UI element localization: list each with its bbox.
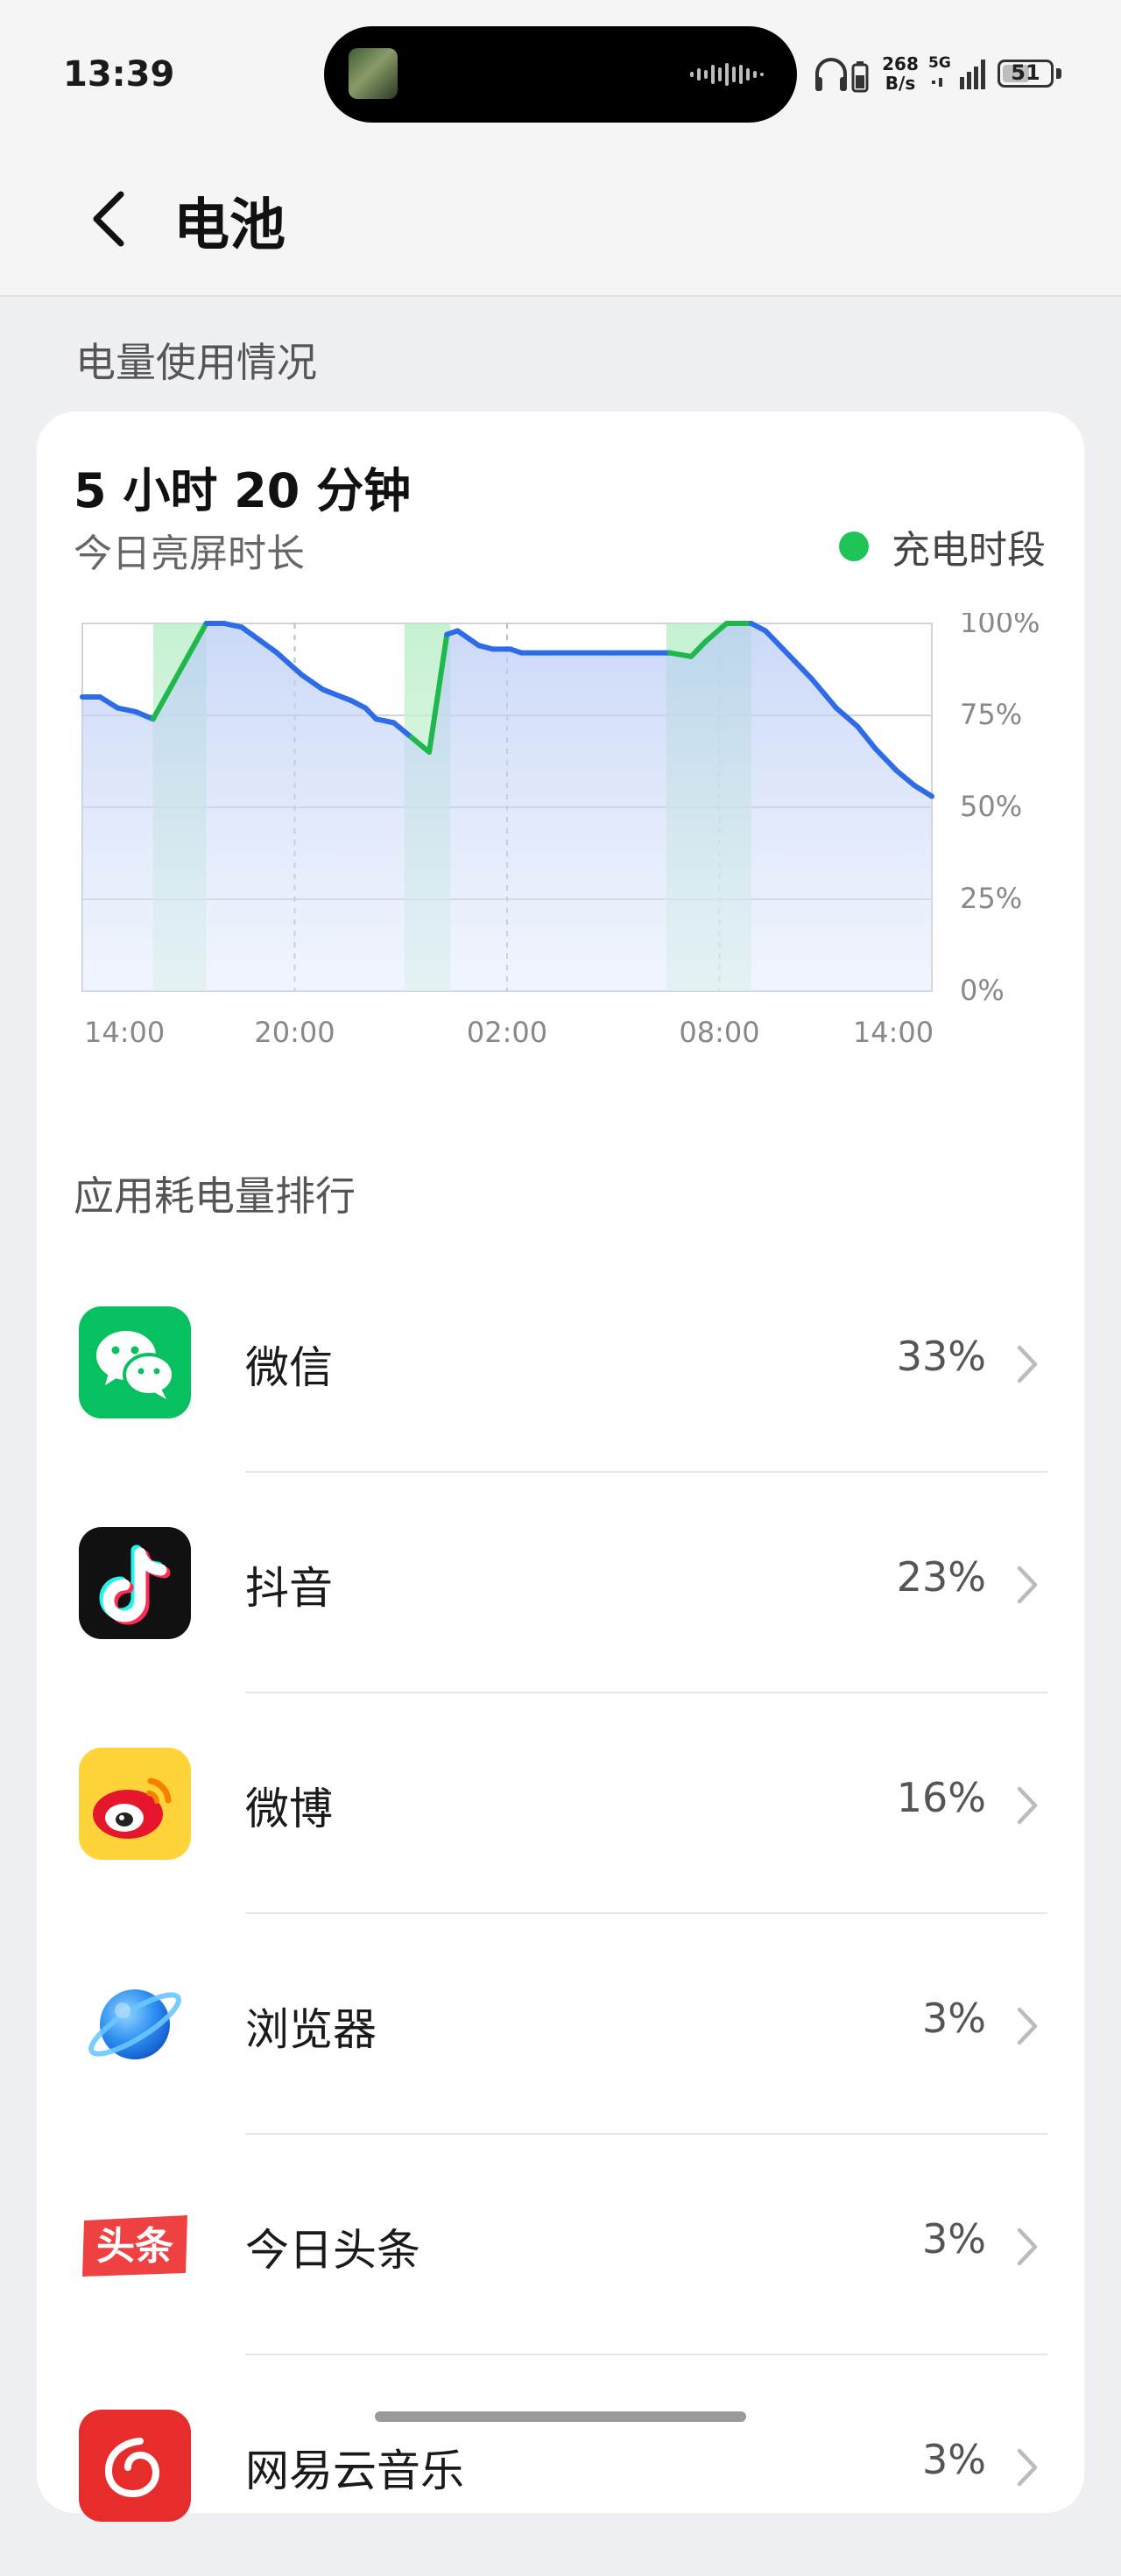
- charging-legend-dot: [839, 531, 869, 561]
- app-name: 微信: [245, 1342, 333, 1393]
- weibo-icon: [79, 1748, 191, 1860]
- home-indicator[interactable]: [375, 2411, 746, 2422]
- chart-legend: 充电时段: [839, 522, 1046, 573]
- chevron-right-icon: [1017, 1345, 1038, 1383]
- battery-tip: [1056, 68, 1061, 79]
- app-row-netease-music[interactable]: 网易云音乐 3%: [37, 2355, 1084, 2576]
- app-row-wechat[interactable]: 微信 33%: [37, 1252, 1084, 1473]
- app-name: 抖音: [245, 1563, 333, 1614]
- app-percent: 3%: [922, 1995, 986, 2042]
- chevron-right-icon: [1017, 2007, 1038, 2045]
- x-tick-label: 08:00: [679, 1016, 759, 1049]
- app-row-douyin[interactable]: 抖音 23%: [37, 1473, 1084, 1693]
- chevron-right-icon: [1017, 1566, 1038, 1604]
- app-row-weibo[interactable]: 微博 16%: [37, 1693, 1084, 1914]
- battery-area: [82, 623, 932, 991]
- battery-line-segment: [666, 650, 694, 659]
- app-row-browser[interactable]: 浏览器 3%: [37, 1914, 1084, 2135]
- wechat-icon: [79, 1306, 191, 1418]
- app-percent: 33%: [896, 1333, 986, 1380]
- x-tick-label: 02:00: [467, 1016, 547, 1049]
- battery-indicator: 51: [998, 60, 1054, 88]
- screen-time-value: 5 小时 20 分钟: [74, 463, 412, 518]
- battery-usage-card: 5 小时 20 分钟 今日亮屏时长 充电时段 100% 75% 50% 25% 0% 1…: [37, 412, 1084, 2522]
- status-icons: 268 B/s 5G 51: [810, 53, 1073, 96]
- y-tick-label: 25%: [960, 882, 1022, 915]
- page-title: 电池: [173, 194, 286, 258]
- y-tick-label: 100%: [960, 613, 1040, 639]
- app-percent: 3%: [922, 2215, 986, 2263]
- app-percent: 3%: [922, 2436, 986, 2483]
- battery-line-segment: [115, 705, 138, 714]
- app-ranking-title: 应用耗电量排行: [74, 1172, 356, 1220]
- battery-level-chart[interactable]: 100% 75% 50% 25% 0% 14:00 20:00 02:00 08:00 14:0…: [37, 613, 1084, 1051]
- chevron-right-icon: [1017, 2448, 1038, 2487]
- douyin-icon: [79, 1527, 191, 1639]
- y-tick-label: 0%: [960, 974, 1005, 1007]
- headphones-icon: [815, 58, 869, 93]
- x-tick-label: 14:00: [84, 1016, 165, 1049]
- cellular-signal: 5G: [928, 54, 990, 96]
- y-tick-label: 50%: [960, 790, 1022, 823]
- screen-time-label: 今日亮屏时长: [74, 531, 305, 576]
- chevron-right-icon: [1017, 1786, 1038, 1825]
- x-tick-label: 20:00: [254, 1016, 335, 1049]
- battery-line-segment: [221, 621, 244, 630]
- media-thumbnail: [349, 48, 398, 99]
- app-name: 网易云音乐: [245, 2446, 464, 2496]
- browser-icon: [79, 1968, 191, 2080]
- toutiao-icon: 头条: [79, 2189, 191, 2301]
- chevron-right-icon: [1017, 2228, 1038, 2266]
- back-button[interactable]: [79, 175, 140, 263]
- app-name: 浏览器: [245, 2004, 377, 2055]
- x-tick-label: 14:00: [853, 1016, 934, 1049]
- audio-waveform-icon: [690, 63, 764, 86]
- app-row-toutiao[interactable]: 头条 今日头条 3%: [37, 2135, 1084, 2355]
- app-name: 微博: [245, 1784, 333, 1834]
- section-label-usage: 电量使用情况: [75, 339, 317, 386]
- battery-line-segment: [373, 716, 397, 726]
- y-tick-label: 75%: [960, 698, 1022, 731]
- netease-music-icon: [79, 2410, 191, 2522]
- chevron-left-icon[interactable]: [79, 175, 140, 263]
- status-time: 13:39: [63, 54, 175, 95]
- app-percent: 16%: [896, 1774, 986, 1821]
- charging-legend-label: 充电时段: [892, 528, 1046, 573]
- status-bar: 13:39 268 B/s 5G 51: [0, 0, 1121, 149]
- svg-text:头条: 头条: [96, 2224, 173, 2269]
- dynamic-island[interactable]: [324, 26, 797, 123]
- app-header: 电池: [0, 149, 1121, 297]
- app-name: 今日头条: [245, 2225, 420, 2276]
- network-speed: 268 B/s: [882, 53, 919, 94]
- app-percent: 23%: [896, 1553, 986, 1601]
